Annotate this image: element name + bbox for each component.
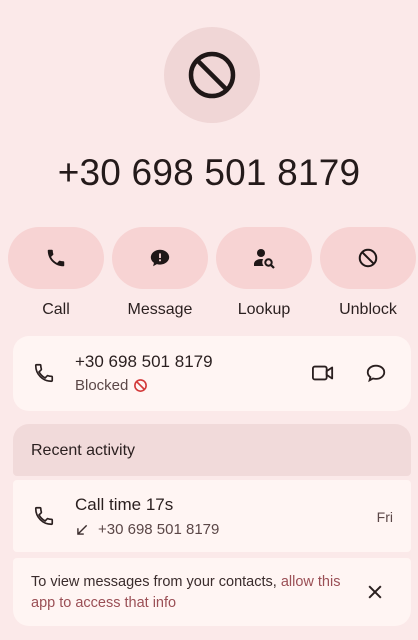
phone-icon [47,249,65,267]
close-icon[interactable] [365,582,385,602]
block-icon [358,248,378,268]
permission-banner: To view messages from your contacts, all… [13,558,411,626]
unblock-label: Unblock [339,301,397,318]
phone-icon [34,363,54,383]
recent-activity-title: Recent activity [31,442,136,459]
contact-number-title: +30 698 501 8179 [57,152,361,193]
permission-text: To view messages from your contacts, all… [31,572,351,614]
call-button[interactable] [8,227,104,289]
blocked-status: Blocked [75,377,148,394]
incoming-arrow-icon [77,524,88,535]
message-label: Message [127,301,193,318]
message-icon [150,249,170,267]
block-icon [188,51,236,99]
blocked-label: Blocked [75,377,129,394]
blocked-icon [134,379,148,392]
unblock-action[interactable]: Unblock [320,227,416,319]
lookup-action[interactable]: Lookup [216,227,312,319]
call-number: +30 698 501 8179 [98,521,220,538]
phone-icon [34,506,54,526]
person-search-icon [254,249,275,269]
call-detail: +30 698 501 8179 [75,521,219,538]
message-icon[interactable] [365,362,387,384]
call-duration: Call time 17s [75,495,174,514]
lookup-label: Lookup [237,301,291,318]
call-day: Fri [376,509,393,525]
contact-number-card[interactable]: +30 698 501 8179 Blocked [13,336,411,411]
call-label: Call [42,301,70,318]
message-action[interactable]: Message [112,227,208,319]
call-action[interactable]: Call [8,227,104,319]
lookup-button[interactable] [216,227,312,289]
contact-avatar [164,27,260,123]
contact-number: +30 698 501 8179 [75,352,213,371]
recent-activity-header: Recent activity [13,424,411,476]
call-log-entry[interactable]: Call time 17s +30 698 501 8179 Fri [13,480,411,552]
unblock-button[interactable] [320,227,416,289]
video-call-icon[interactable] [311,362,335,384]
permission-message: To view messages from your contacts, [31,574,281,590]
message-button[interactable] [112,227,208,289]
